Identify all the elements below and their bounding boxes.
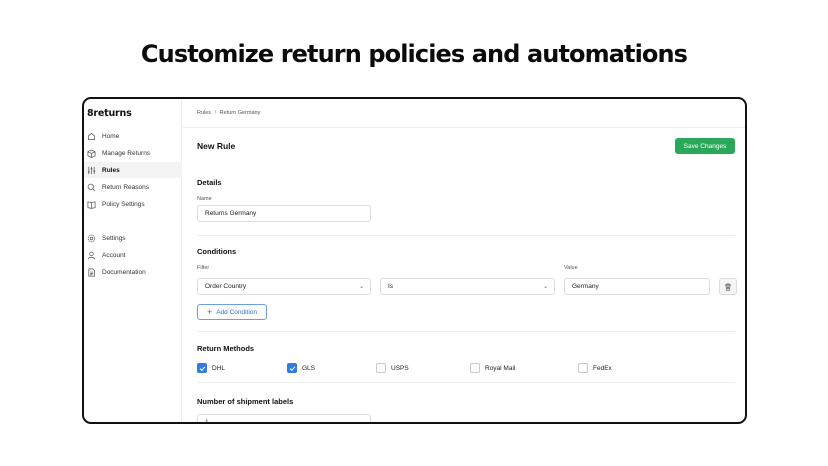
search-icon [87, 183, 96, 191]
divider [183, 127, 745, 128]
value-input[interactable]: Germany [564, 278, 710, 295]
sidebar-item-rules[interactable]: Rules [84, 162, 182, 178]
operator-select-value: Is [388, 283, 394, 290]
breadcrumb-parent[interactable]: Rules [197, 110, 211, 116]
sidebar-item-return-reasons[interactable]: Return Reasons [84, 179, 182, 195]
sidebar-item-label: Home [102, 132, 120, 140]
method-label: FedEx [593, 364, 612, 372]
checkbox-checked-icon[interactable] [197, 363, 207, 373]
headline: Customize return policies and automation… [140, 40, 688, 68]
method-royal-mail[interactable]: Royal Mail [470, 363, 515, 373]
value-label: Value [564, 265, 578, 271]
name-label: Name [197, 196, 212, 202]
add-condition-label: Add Condition [216, 308, 258, 316]
app-window: 8returns Home Manage Returns Rules Retur… [82, 97, 747, 424]
return-methods-title: Return Methods [197, 344, 255, 353]
details-title: Details [197, 178, 222, 187]
method-dhl[interactable]: DHL [197, 363, 225, 373]
box-icon [87, 148, 96, 158]
checkbox-icon[interactable] [578, 363, 588, 373]
shipment-labels-input[interactable]: 1 [197, 414, 371, 424]
gear-icon [87, 234, 96, 242]
sidebar-item-documentation[interactable]: Documentation [84, 264, 182, 280]
method-label: DHL [212, 364, 226, 372]
conditions-title: Conditions [197, 247, 237, 256]
breadcrumb-separator: / [214, 110, 217, 116]
method-label: GLS [302, 364, 316, 372]
sidebar-item-manage-returns[interactable]: Manage Returns [84, 145, 182, 161]
page-title: New Rule [197, 141, 236, 151]
user-icon [87, 251, 96, 259]
sliders-icon [87, 166, 96, 174]
chevron-down-icon: ⌄ [358, 284, 364, 290]
trash-icon [725, 283, 731, 291]
breadcrumb: Rules / Return Germany [197, 110, 260, 116]
sidebar-item-label: Policy Settings [102, 200, 145, 208]
divider [197, 235, 735, 236]
sidebar-item-label: Rules [102, 166, 120, 174]
method-label: Royal Mail [485, 364, 516, 372]
sidebar-item-label: Account [102, 251, 126, 259]
home-icon [87, 132, 96, 140]
sidebar: 8returns Home Manage Returns Rules Retur… [84, 99, 182, 422]
book-icon [87, 200, 96, 209]
plus-icon: + [206, 306, 213, 317]
save-button[interactable]: Save Changes [675, 138, 735, 154]
filter-select[interactable]: Order Country ⌄ [197, 278, 371, 295]
checkbox-icon[interactable] [376, 363, 386, 373]
shipment-labels-title: Number of shipment labels [197, 397, 294, 406]
breadcrumb-current: Return Germany [219, 110, 261, 116]
sidebar-item-label: Documentation [102, 268, 146, 276]
checkbox-checked-icon[interactable] [287, 363, 297, 373]
sidebar-item-label: Return Reasons [102, 183, 149, 191]
filter-select-value: Order Country [205, 283, 247, 290]
sidebar-item-label: Settings [102, 234, 126, 242]
value-input-value: Germany [572, 283, 599, 290]
filter-label: Filter [197, 265, 210, 271]
method-usps[interactable]: USPS [376, 363, 409, 373]
sidebar-item-settings[interactable]: Settings [84, 230, 182, 246]
operator-select[interactable]: Is ⌄ [380, 278, 555, 295]
main-content: Rules / Return Germany New Rule Save Cha… [183, 99, 745, 422]
sidebar-item-label: Manage Returns [102, 149, 151, 157]
sidebar-item-home[interactable]: Home [84, 128, 182, 144]
shipment-labels-value: 1 [205, 419, 209, 424]
name-input-value: Returns Germany [205, 210, 257, 217]
chevron-down-icon: ⌄ [542, 284, 548, 290]
sidebar-item-policy-settings[interactable]: Policy Settings [84, 196, 182, 212]
method-fedex[interactable]: FedEx [578, 363, 612, 373]
name-input[interactable]: Returns Germany [197, 205, 371, 222]
delete-condition-button[interactable] [719, 278, 737, 295]
divider [197, 331, 735, 332]
method-label: USPS [391, 364, 409, 372]
document-icon [88, 268, 96, 276]
add-condition-button[interactable]: + Add Condition [197, 304, 267, 320]
logo: 8returns [87, 108, 132, 119]
checkbox-icon[interactable] [470, 363, 480, 373]
sidebar-item-account[interactable]: Account [84, 247, 182, 263]
method-gls[interactable]: GLS [287, 363, 315, 373]
divider [197, 382, 735, 383]
